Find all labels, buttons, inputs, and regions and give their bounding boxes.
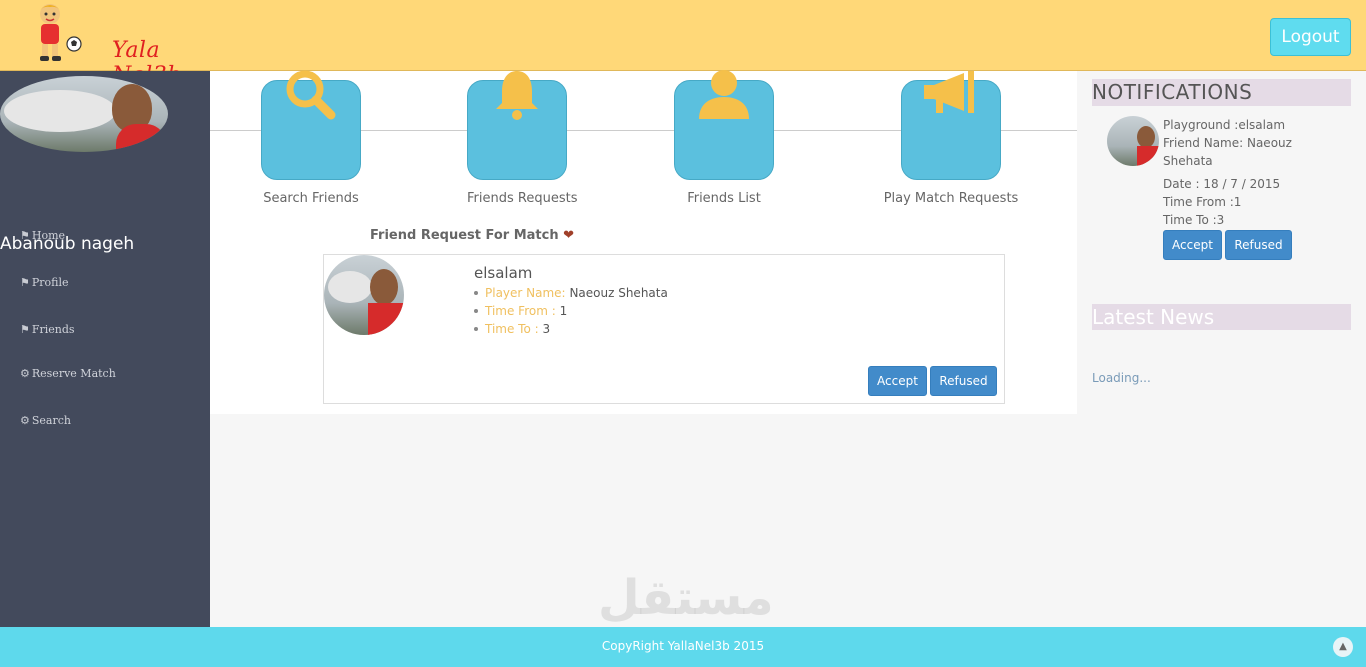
notification-date: Date : 18 / 7 / 2015 [1163, 177, 1281, 191]
tile-label[interactable]: Friends List [674, 191, 774, 206]
match-request-card: elsalam Player Name: Naeouz Shehata Time… [323, 254, 1005, 404]
sidebar-item-label: Search [31, 414, 71, 427]
tile-friends-requests[interactable] [467, 71, 567, 180]
list-item: Player Name: Naeouz Shehata [474, 284, 668, 302]
logout-button[interactable]: Logout [1270, 18, 1351, 56]
tag-icon: ⚑ [20, 229, 30, 242]
news-loading: Loading... [1092, 371, 1151, 385]
time-from-value: 1 [559, 304, 568, 318]
gears-icon: ⚙ [20, 414, 30, 427]
player-name-value: Naeouz Shehata [569, 286, 668, 300]
notification-playground: Playground :elsalam [1163, 118, 1286, 132]
notification-time-to: Time To :3 [1163, 213, 1225, 227]
copyright-text: CopyRight YallaNel3b 2015 [601, 639, 765, 653]
section-title-text: Friend Request For Match [370, 228, 559, 243]
notification-accept-button[interactable]: Accept [1163, 230, 1222, 260]
time-to-value: 3 [542, 322, 551, 336]
sidebar-item-label: Profile [31, 276, 69, 289]
footer: CopyRight YallaNel3b 2015 ▲ [0, 627, 1366, 667]
sidebar: Abanoub nageh ⚑ Home ⚑ Profile ⚑ Friends… [0, 71, 210, 627]
main-content: Search Friends Friends Requests Friends … [210, 70, 1077, 414]
time-from-label: Time From : [485, 304, 556, 318]
logo[interactable]: Yala Nel3b [28, 2, 198, 88]
tile-friends-list[interactable] [674, 70, 774, 180]
notifications-title: NOTIFICATIONS [1092, 79, 1351, 106]
sidebar-item-home[interactable]: ⚑ Home [20, 229, 65, 242]
request-details: Player Name: Naeouz Shehata Time From : … [474, 284, 668, 338]
notification-friend-name: Friend Name: Naeouz [1163, 136, 1292, 150]
tag-icon: ⚑ [20, 323, 30, 336]
megaphone-icon [924, 71, 974, 113]
requester-avatar [324, 255, 404, 335]
tile-search-friends[interactable] [261, 70, 361, 180]
chevron-up-icon: ▲ [1339, 641, 1347, 652]
tag-icon: ⚑ [20, 276, 30, 289]
list-item: Time From : 1 [474, 302, 668, 320]
tile-label[interactable]: Friends Requests [467, 191, 577, 206]
right-panel: NOTIFICATIONS Playground :elsalam Friend… [1077, 71, 1366, 627]
scroll-to-top-button[interactable]: ▲ [1333, 637, 1353, 657]
section-title: Friend Request For Match ❤ [370, 228, 574, 243]
sidebar-item-label: Friends [31, 323, 75, 336]
latest-news-title: Latest News [1092, 304, 1351, 330]
playground-name: elsalam [474, 264, 533, 282]
refused-button[interactable]: Refused [930, 366, 997, 396]
notification-friend-name-cont: Shehata [1163, 154, 1213, 168]
sidebar-item-search[interactable]: ⚙ Search [20, 414, 71, 427]
player-name-label: Player Name: [485, 286, 566, 300]
search-icon [286, 70, 336, 120]
tile-label[interactable]: Play Match Requests [876, 191, 1026, 206]
tile-play-match-requests[interactable] [901, 71, 1001, 180]
notification-time-from: Time From :1 [1163, 195, 1242, 209]
notification-avatar [1107, 116, 1159, 166]
user-icon [699, 70, 749, 119]
watermark: مستقل [598, 570, 774, 626]
time-to-label: Time To : [485, 322, 539, 336]
sidebar-item-friends[interactable]: ⚑ Friends [20, 323, 75, 336]
kid-mascot-icon [40, 4, 82, 61]
notification-refused-button[interactable]: Refused [1225, 230, 1292, 260]
profile-picture [0, 76, 168, 152]
sidebar-item-label: Home [31, 229, 66, 242]
sidebar-item-profile[interactable]: ⚑ Profile [20, 276, 69, 289]
accept-button[interactable]: Accept [868, 366, 927, 396]
bell-icon [496, 71, 538, 120]
heart-icon: ❤ [563, 228, 575, 243]
sidebar-item-label: Reserve Match [31, 367, 116, 380]
gears-icon: ⚙ [20, 367, 30, 380]
list-item: Time To : 3 [474, 320, 668, 338]
top-header: Yala Nel3b Logout [0, 0, 1366, 88]
tile-label[interactable]: Search Friends [261, 191, 361, 206]
sidebar-item-reserve-match[interactable]: ⚙ Reserve Match [20, 367, 116, 380]
